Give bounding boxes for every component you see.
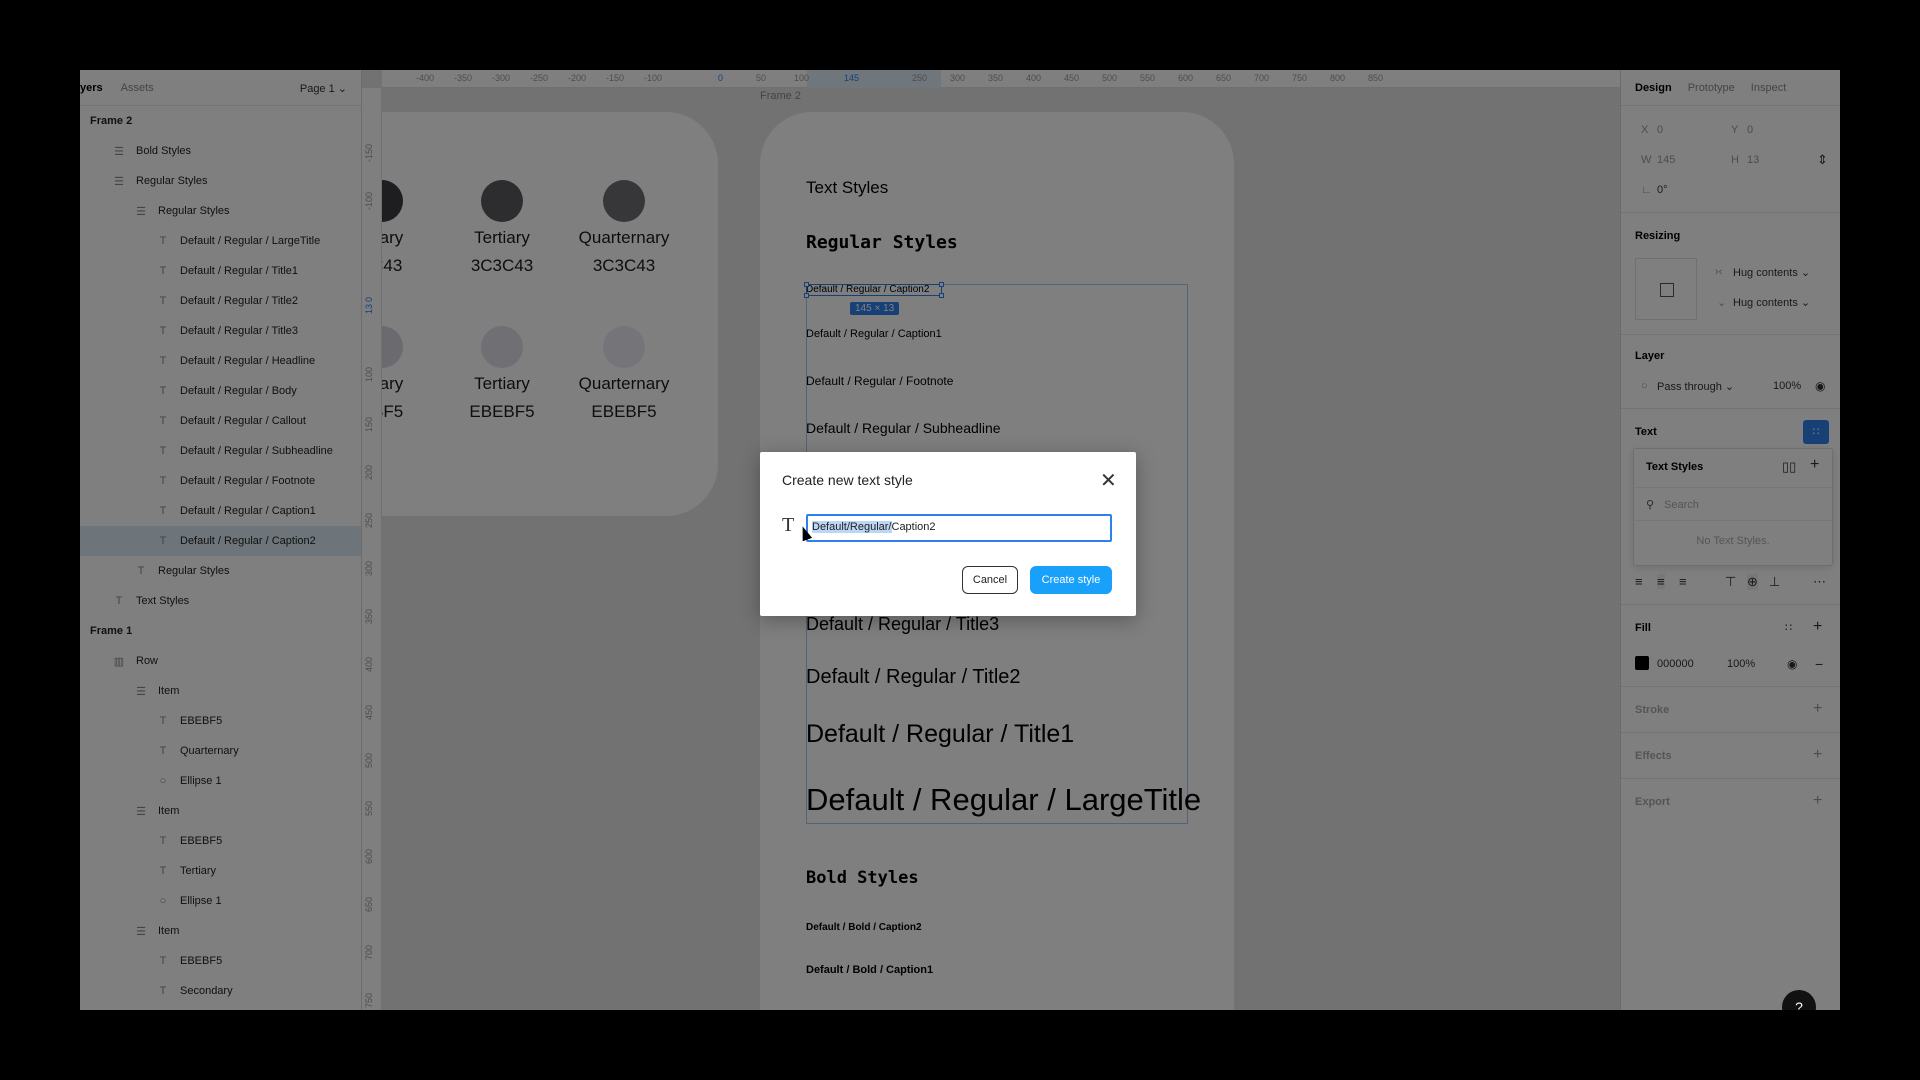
dialog-title: Create new text style: [782, 472, 913, 488]
figma-app: yers Assets Page 1 ⌄ Frame 2☰Bold Styles…: [80, 70, 1840, 1010]
text-type-icon: T: [782, 514, 795, 536]
create-text-style-dialog: Create new text style ✕ T Default/Regula…: [760, 452, 1136, 616]
cancel-button[interactable]: Cancel: [962, 566, 1018, 594]
close-icon[interactable]: ✕: [1100, 468, 1117, 493]
input-selected-text: Default/Regular/: [812, 521, 892, 533]
create-style-button[interactable]: Create style: [1030, 566, 1112, 594]
style-name-input[interactable]: Default/Regular/Caption2: [806, 514, 1112, 542]
input-rest-text: Caption2: [891, 521, 936, 533]
